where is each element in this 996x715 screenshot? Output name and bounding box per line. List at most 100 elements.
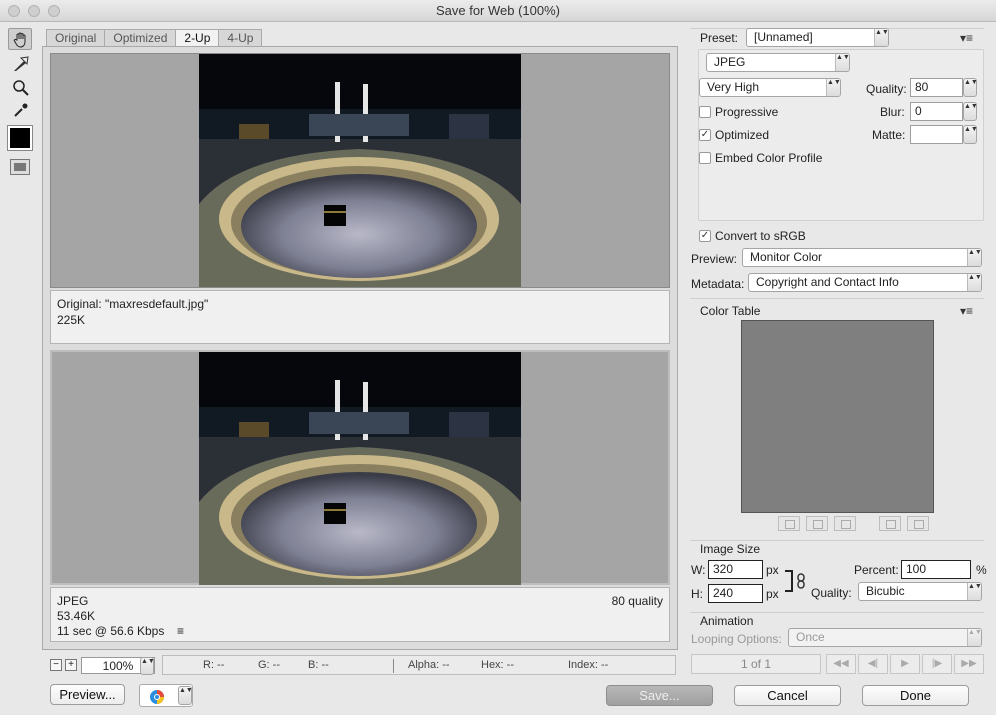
- optimized-checkbox[interactable]: ✓: [699, 129, 711, 141]
- resample-quality-select[interactable]: Bicubic ▲▼: [858, 582, 982, 601]
- preset-select[interactable]: [Unnamed] ▲▼: [746, 28, 889, 47]
- optimized-quality: 80 quality: [611, 594, 663, 608]
- tab-2-up[interactable]: 2-Up: [175, 29, 220, 46]
- save-button[interactable]: Save...: [606, 685, 713, 706]
- alpha-value: Alpha: --: [408, 659, 450, 671]
- original-filesize: 225K: [57, 313, 86, 327]
- eyedropper-color-swatch[interactable]: [8, 126, 32, 150]
- embed-color-profile-checkbox[interactable]: [699, 152, 711, 164]
- format-select[interactable]: JPEG ▲▼: [706, 53, 850, 72]
- done-button[interactable]: Done: [862, 685, 969, 706]
- width-field[interactable]: 320: [708, 560, 763, 579]
- web-shift-icon[interactable]: [806, 516, 828, 531]
- matte-field[interactable]: [910, 125, 963, 144]
- convert-srgb-label: Convert to sRGB: [715, 229, 806, 243]
- original-image: [199, 54, 521, 287]
- zoom-out-button[interactable]: −: [50, 659, 62, 671]
- download-speed-menu-icon[interactable]: ≡: [177, 624, 184, 638]
- green-value: G: --: [258, 659, 280, 671]
- original-info-panel: Original: "maxresdefault.jpg" 225K: [50, 290, 670, 344]
- tab-optimized[interactable]: Optimized: [104, 29, 177, 46]
- quality-stepper[interactable]: ▲▼: [963, 78, 978, 97]
- matte-label: Matte:: [872, 128, 906, 142]
- hex-value: Hex: --: [481, 659, 514, 671]
- tool-strip: [5, 28, 35, 188]
- convert-srgb-checkbox[interactable]: ✓: [699, 230, 711, 242]
- original-preview-pane[interactable]: [50, 53, 670, 288]
- quality-field[interactable]: 80: [910, 78, 963, 97]
- optimize-menu-icon[interactable]: ▾≡: [960, 31, 973, 45]
- first-frame-button[interactable]: ◀◀: [826, 654, 856, 674]
- frame-counter: 1 of 1: [691, 654, 821, 674]
- tab-original[interactable]: Original: [46, 29, 106, 46]
- preset-value: [Unnamed]: [754, 30, 813, 44]
- image-size-title: Image Size: [700, 542, 761, 556]
- zoom-in-button[interactable]: +: [65, 659, 77, 671]
- matte-stepper[interactable]: ▲▼: [963, 125, 978, 144]
- preview-button[interactable]: Preview...: [50, 684, 125, 705]
- zoom-tool[interactable]: [8, 76, 32, 98]
- next-frame-button[interactable]: |▶: [922, 654, 952, 674]
- preview-label: Preview:: [691, 252, 738, 266]
- color-table-divider: [690, 298, 984, 299]
- width-label: W:: [691, 563, 706, 577]
- animation-title: Animation: [700, 614, 754, 628]
- title-bar: Save for Web (100%): [0, 0, 996, 22]
- optimized-format: JPEG: [57, 594, 89, 608]
- index-value: Index: --: [568, 659, 609, 671]
- metadata-select[interactable]: Copyright and Contact Info ▲▼: [748, 273, 982, 292]
- map-transparent-icon[interactable]: [778, 516, 800, 531]
- optimized-preview-pane[interactable]: [50, 350, 670, 585]
- preview-value: Monitor Color: [750, 250, 823, 264]
- progressive-checkbox[interactable]: [699, 106, 711, 118]
- height-field[interactable]: 240: [708, 584, 763, 603]
- compression-quality-arrows: ▲▼: [826, 79, 840, 96]
- compression-quality-value: Very High: [707, 80, 760, 94]
- preset-label: Preset:: [700, 31, 739, 45]
- progressive-label: Progressive: [715, 105, 779, 119]
- previous-frame-button[interactable]: ◀|: [858, 654, 888, 674]
- tab-4-up[interactable]: 4-Up: [218, 29, 263, 46]
- percent-sign: %: [976, 563, 987, 577]
- preset-arrows: ▲▼: [874, 29, 888, 46]
- looping-options-value: Once: [796, 630, 825, 644]
- preview-area: Original: "maxresdefault.jpg" 225K JPEG …: [42, 46, 678, 650]
- hand-icon: [13, 32, 26, 48]
- zoom-level-dropdown[interactable]: ▲▼: [140, 657, 155, 675]
- red-value: R: --: [203, 659, 225, 671]
- metadata-arrows: ▲▼: [967, 274, 981, 291]
- lock-color-icon[interactable]: [834, 516, 856, 531]
- blur-stepper[interactable]: ▲▼: [963, 102, 978, 121]
- percent-field[interactable]: 100: [901, 560, 971, 579]
- animation-divider: [690, 612, 984, 613]
- preview-select[interactable]: Monitor Color ▲▼: [742, 248, 982, 267]
- original-filename: Original: "maxresdefault.jpg": [57, 297, 209, 311]
- resample-quality-label: Quality:: [811, 586, 852, 600]
- format-value: JPEG: [714, 55, 746, 69]
- browser-preview-dropdown[interactable]: ▲▼: [139, 684, 193, 707]
- blur-field[interactable]: 0: [910, 102, 963, 121]
- embed-color-profile-label: Embed Color Profile: [715, 151, 823, 165]
- new-color-icon[interactable]: [879, 516, 901, 531]
- slice-select-tool[interactable]: [8, 52, 32, 74]
- resample-quality-value: Bicubic: [866, 584, 905, 598]
- height-label: H:: [691, 587, 703, 601]
- optimized-image: [199, 352, 521, 585]
- hand-tool[interactable]: [8, 28, 32, 50]
- compression-quality-select[interactable]: Very High ▲▼: [699, 78, 841, 97]
- looping-options-arrows: ▲▼: [967, 629, 981, 646]
- color-table[interactable]: [741, 320, 934, 513]
- last-frame-button[interactable]: ▶▶: [954, 654, 984, 674]
- looping-options-select[interactable]: Once ▲▼: [788, 628, 982, 647]
- link-icon[interactable]: [796, 573, 806, 589]
- toggle-slices-icon[interactable]: [10, 159, 30, 175]
- cancel-button[interactable]: Cancel: [734, 685, 841, 706]
- trash-icon[interactable]: [907, 516, 929, 531]
- color-table-menu-icon[interactable]: ▾≡: [960, 304, 973, 318]
- optimized-info-panel: JPEG 53.46K 11 sec @ 56.6 Kbps ≡ 80 qual…: [50, 587, 670, 642]
- eyedropper-icon: [14, 103, 28, 117]
- preview-arrows: ▲▼: [967, 249, 981, 266]
- resample-quality-arrows: ▲▼: [967, 583, 981, 600]
- eyedropper-tool[interactable]: [8, 98, 32, 120]
- play-animation-button[interactable]: ▶: [890, 654, 920, 674]
